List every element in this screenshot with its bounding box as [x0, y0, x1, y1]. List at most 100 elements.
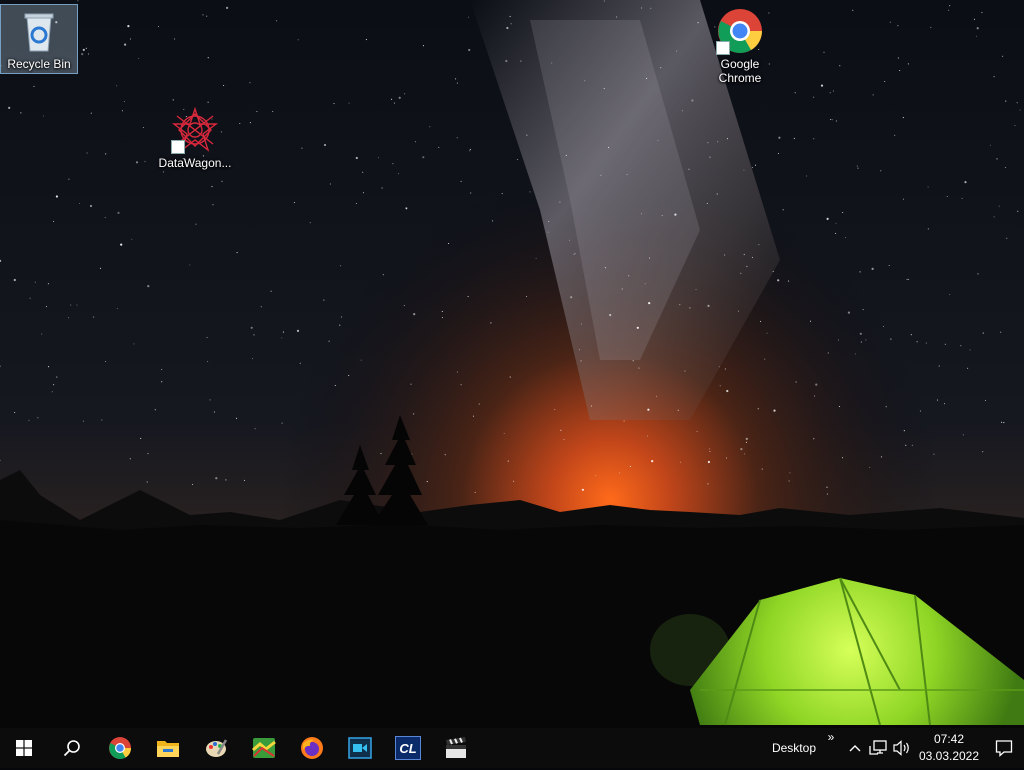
action-center-button[interactable] [984, 728, 1024, 768]
search-icon [63, 740, 80, 757]
star [897, 25, 899, 27]
start-button[interactable] [0, 728, 48, 768]
star [835, 222, 837, 224]
star [147, 453, 149, 455]
taskbar-chrome-button[interactable] [96, 728, 144, 768]
star [123, 100, 125, 103]
search-button[interactable] [48, 728, 96, 768]
taskbar-firefox-button[interactable] [288, 728, 336, 768]
star [381, 187, 383, 189]
star [202, 14, 204, 16]
star [835, 232, 837, 235]
star [794, 92, 796, 94]
star [905, 444, 907, 446]
volume-button[interactable] [890, 728, 914, 768]
star [621, 288, 623, 290]
star [706, 202, 708, 204]
star [52, 220, 55, 222]
star [707, 460, 711, 464]
star [45, 306, 48, 308]
taskbar-clapperboard-button[interactable] [432, 728, 480, 768]
clock[interactable]: 07:42 03.03.2022 [914, 728, 984, 768]
star [516, 158, 519, 161]
desktop-toolbar-label[interactable]: Desktop [768, 728, 824, 768]
star [1017, 210, 1019, 212]
star [623, 420, 625, 422]
star [889, 21, 891, 23]
star [661, 215, 663, 217]
star [362, 192, 365, 194]
star [51, 391, 53, 393]
star [93, 316, 95, 318]
star [993, 76, 995, 78]
star [695, 289, 697, 291]
star [236, 252, 238, 254]
toolbar-overflow-chevron-icon[interactable]: » [824, 727, 838, 770]
star [456, 82, 458, 84]
star [1004, 166, 1006, 169]
star [838, 405, 840, 408]
star [962, 434, 964, 436]
star [221, 180, 223, 182]
star [172, 99, 174, 101]
desktop-icon-recycle-bin[interactable]: Recycle Bin [0, 4, 78, 74]
star [509, 15, 511, 17]
star [827, 352, 829, 354]
star [857, 167, 859, 169]
star [76, 304, 78, 306]
star [47, 283, 49, 285]
star [1019, 109, 1021, 111]
star [360, 359, 362, 361]
desktop-icon-google-chrome[interactable]: Google Chrome [702, 5, 778, 85]
star [871, 267, 874, 270]
star [927, 186, 929, 188]
star [441, 317, 444, 319]
star [299, 362, 301, 364]
star [239, 122, 241, 125]
show-hidden-icons-button[interactable] [844, 728, 866, 768]
star [691, 99, 694, 102]
taskbar-map-app-button[interactable] [240, 728, 288, 768]
taskbar-cl-app-button[interactable]: CL [384, 728, 432, 768]
taskbar-video-editor-button[interactable] [336, 728, 384, 768]
star [55, 195, 59, 198]
star [380, 453, 382, 455]
star [869, 466, 871, 468]
recycle-bin-icon [15, 7, 63, 55]
star [910, 334, 912, 336]
star [225, 479, 227, 481]
star [563, 438, 565, 441]
star [276, 20, 278, 22]
star [911, 444, 913, 446]
star [773, 409, 776, 412]
star [161, 381, 163, 383]
star [580, 323, 582, 325]
star [340, 265, 342, 267]
star [746, 265, 748, 267]
network-button[interactable] [866, 728, 890, 768]
desktop-icon-datawagon[interactable]: DataWagon... [157, 104, 233, 170]
star [865, 339, 867, 341]
taskbar-file-explorer-button[interactable] [144, 728, 192, 768]
taskbar-paint-button[interactable] [192, 728, 240, 768]
star [469, 150, 471, 152]
star [648, 302, 651, 305]
star [782, 209, 784, 211]
star [716, 193, 718, 195]
star [679, 461, 681, 463]
star [646, 77, 648, 79]
star [872, 94, 874, 96]
star [737, 310, 740, 312]
star [657, 139, 659, 141]
windows-start-icon [16, 740, 32, 756]
star [590, 405, 592, 407]
star [174, 38, 176, 40]
star [616, 16, 618, 18]
star [629, 465, 631, 468]
star [81, 53, 84, 56]
star [99, 267, 102, 269]
star [772, 270, 774, 272]
star [789, 472, 791, 474]
star [925, 342, 927, 344]
star [323, 143, 327, 147]
